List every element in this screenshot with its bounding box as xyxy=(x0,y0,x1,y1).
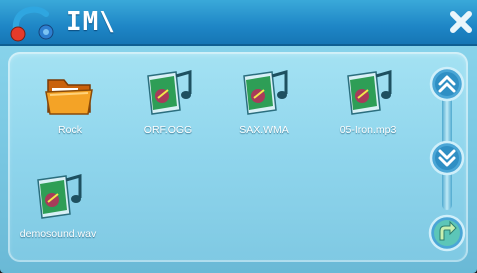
window-title: IM\ xyxy=(66,7,116,37)
list-item-sax-wma[interactable]: SAX.WMA xyxy=(224,68,304,136)
file-browser-screen: IM\ Rock ORF.OGG SAX.WMA 05-Iron.mp3 dem… xyxy=(0,0,477,273)
music-file-icon xyxy=(147,70,192,115)
back-arrow-icon[interactable] xyxy=(428,214,466,252)
item-label: 05-Iron.mp3 xyxy=(339,124,397,136)
item-label: demosound.wav xyxy=(19,228,97,240)
music-file-icon xyxy=(243,70,288,115)
double-chevron-up-icon[interactable] xyxy=(429,66,465,102)
list-item-orf-ogg[interactable]: ORF.OGG xyxy=(128,68,208,136)
folder-music-icon xyxy=(10,6,54,42)
folder-icon xyxy=(45,79,93,115)
close-icon[interactable] xyxy=(448,8,474,36)
list-item-demosound-wav[interactable]: demosound.wav xyxy=(18,172,98,240)
title-bar: IM\ xyxy=(0,0,477,46)
double-chevron-down-icon[interactable] xyxy=(429,140,465,176)
list-item-rock[interactable]: Rock xyxy=(30,68,110,136)
file-list-panel: Rock ORF.OGG SAX.WMA 05-Iron.mp3 demosou… xyxy=(8,52,468,262)
music-file-icon xyxy=(37,174,82,219)
list-item-05-iron-mp3[interactable]: 05-Iron.mp3 xyxy=(328,68,408,136)
music-file-icon xyxy=(347,70,392,115)
item-label: SAX.WMA xyxy=(239,124,289,136)
item-label: Rock xyxy=(58,124,82,136)
item-label: ORF.OGG xyxy=(143,124,193,136)
